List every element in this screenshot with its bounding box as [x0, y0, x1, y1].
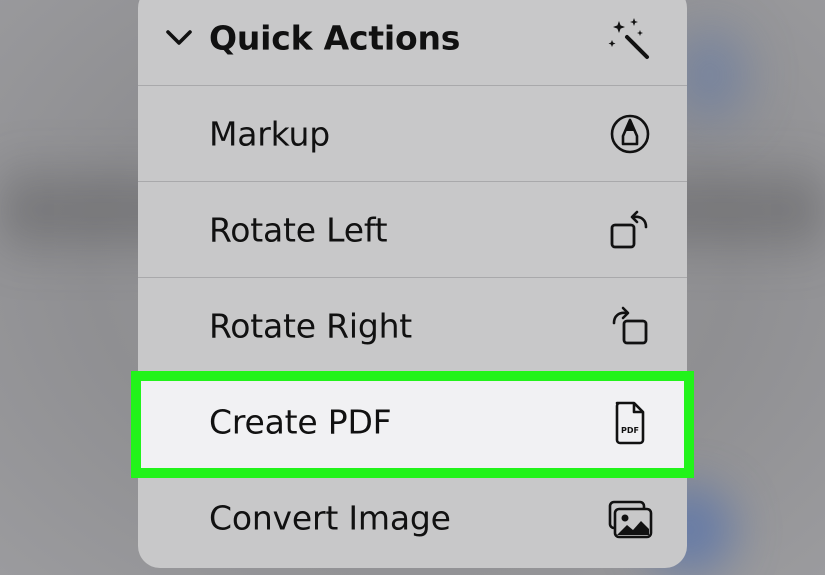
magic-wand-icon	[608, 17, 649, 59]
menu-item-label: Convert Image	[209, 498, 451, 538]
menu-item-label: Rotate Right	[209, 306, 413, 345]
menu-item-label: Create PDF	[209, 402, 392, 442]
quick-actions-header[interactable]: Quick Actions	[138, 0, 687, 86]
menu-item-rotate-right[interactable]: Rotate Right	[138, 278, 687, 374]
menu-item-markup[interactable]: Markup	[138, 86, 687, 182]
quick-actions-title: Quick Actions	[209, 18, 461, 57]
markup-pen-circle-icon	[610, 114, 650, 153]
menu-item-convert-image[interactable]: Convert Image	[138, 470, 687, 566]
menu-item-rotate-left[interactable]: Rotate Left	[138, 182, 687, 278]
rotate-left-icon	[610, 210, 648, 248]
quick-actions-menu: Quick Actions Markup Rotate Left Rotate …	[138, 0, 687, 568]
menu-item-label: Rotate Left	[209, 210, 388, 249]
photos-stack-icon	[608, 500, 653, 539]
chevron-down-icon	[166, 29, 192, 45]
rotate-right-icon	[612, 306, 648, 344]
pdf-document-icon: PDF	[615, 401, 645, 445]
menu-item-label: Markup	[209, 114, 331, 153]
menu-item-create-pdf[interactable]: Create PDF PDF	[138, 374, 687, 470]
pdf-icon-text: PDF	[621, 426, 639, 435]
